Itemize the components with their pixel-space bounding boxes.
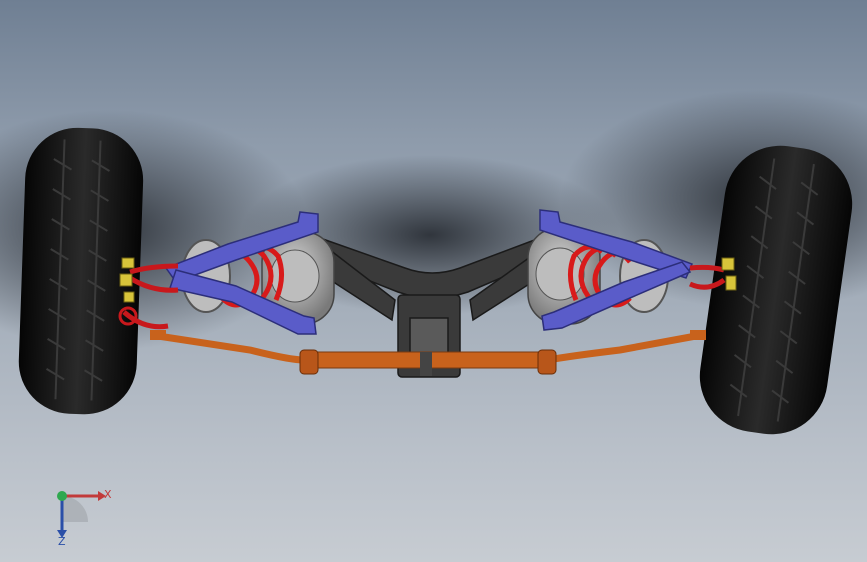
coordinate-triad[interactable]: X Z (57, 488, 112, 548)
triad-x-label: X (104, 488, 112, 501)
triad-y-axis (57, 491, 67, 501)
suspension-assembly-model[interactable]: X Z (0, 0, 867, 562)
3d-viewport[interactable]: X Z (0, 0, 867, 562)
tie-rod-right-end (537, 349, 557, 375)
triad-shadow (62, 496, 88, 522)
left-wheel[interactable] (17, 126, 145, 416)
triad-z-label: Z (58, 535, 66, 548)
tie-rod-center-clamp (420, 352, 432, 376)
tie-rod-left-end (299, 349, 319, 375)
